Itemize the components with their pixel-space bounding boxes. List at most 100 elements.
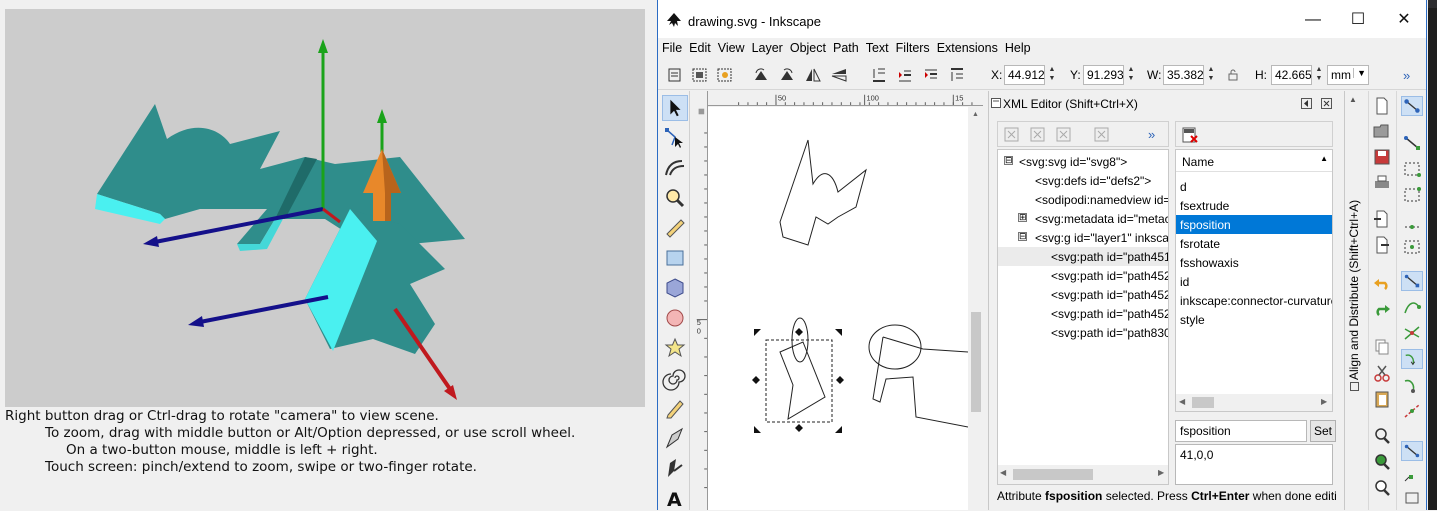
- spiral-tool-icon[interactable]: [662, 365, 688, 391]
- snap-bbox-edge-icon[interactable]: [1401, 159, 1423, 179]
- ellipse-tool-icon[interactable]: [662, 305, 688, 331]
- scrollbar-thumb[interactable]: [1192, 397, 1214, 408]
- minimize-button[interactable]: —: [1303, 10, 1323, 30]
- attribute-row[interactable]: id: [1176, 272, 1332, 291]
- select-all-in-layers-icon[interactable]: [691, 67, 709, 83]
- attribute-row[interactable]: d: [1176, 177, 1332, 196]
- lower-to-bottom-icon[interactable]: [870, 67, 888, 83]
- redo-icon[interactable]: [1371, 299, 1393, 319]
- collapse-icon[interactable]: ⊟: [1018, 232, 1027, 241]
- set-button[interactable]: Set: [1310, 420, 1336, 442]
- 3d-box-tool-icon[interactable]: [662, 275, 688, 301]
- tree-node[interactable]: <svg:path id="path452: [998, 285, 1168, 304]
- rectangle-tool-icon[interactable]: [662, 245, 688, 271]
- duplicate-node-icon[interactable]: [1056, 127, 1072, 143]
- selector-tool-icon[interactable]: [662, 95, 688, 121]
- zoom-selection-icon[interactable]: [1371, 425, 1393, 445]
- snap-page-border-icon[interactable]: [1401, 491, 1423, 505]
- tree-node-selected[interactable]: <svg:path id="path451: [998, 247, 1168, 266]
- snap-nodes-icon[interactable]: [1401, 271, 1423, 291]
- attribute-row[interactable]: fsrotate: [1176, 234, 1332, 253]
- y-input[interactable]: 91.293: [1083, 65, 1124, 85]
- zoom-drawing-icon[interactable]: [1371, 451, 1393, 471]
- close-dialog-icon[interactable]: [1321, 98, 1332, 109]
- attribute-list[interactable]: Name ▲ d fsextrude fsposition fsrotate fs…: [1175, 149, 1333, 412]
- expand-icon[interactable]: ⊞: [1018, 213, 1027, 222]
- node-tool-icon[interactable]: [662, 125, 688, 151]
- scrollbar-thumb[interactable]: [1013, 469, 1093, 480]
- x-input[interactable]: 44.912: [1004, 65, 1045, 85]
- snap-paths-icon[interactable]: [1401, 297, 1423, 317]
- menu-text[interactable]: Text: [862, 38, 892, 55]
- snap-bbox-corner-icon[interactable]: [1401, 185, 1423, 205]
- iconify-dialog-icon[interactable]: [1301, 98, 1312, 109]
- attribute-row[interactable]: fsshowaxis: [1176, 253, 1332, 272]
- lower-icon[interactable]: [896, 67, 914, 83]
- tree-node[interactable]: <svg:path id="path830: [998, 323, 1168, 342]
- width-input[interactable]: 35.382: [1163, 65, 1204, 85]
- snap-object-centers-icon[interactable]: [1401, 441, 1423, 461]
- paste-icon[interactable]: [1371, 389, 1393, 409]
- snap-cusp-nodes-icon[interactable]: [1401, 349, 1423, 369]
- menu-layer[interactable]: Layer: [748, 38, 786, 55]
- snap-bbox-center-icon[interactable]: [1401, 237, 1423, 257]
- copy-icon[interactable]: [1371, 337, 1393, 357]
- attribute-row[interactable]: style: [1176, 310, 1332, 329]
- more-tools-icon[interactable]: »: [1403, 68, 1410, 83]
- snap-bbox-midpoint-icon[interactable]: [1401, 211, 1423, 231]
- menu-extensions[interactable]: Extensions: [933, 38, 1001, 55]
- scroll-right-icon[interactable]: ▶: [1158, 468, 1164, 477]
- collapse-icon[interactable]: ⊟: [1004, 156, 1013, 165]
- snap-intersections-icon[interactable]: [1401, 323, 1423, 343]
- attribute-horizontal-scrollbar[interactable]: ◀ ▶: [1176, 394, 1332, 411]
- height-spinner[interactable]: ▲ ▼: [1313, 65, 1325, 85]
- scrollbar-thumb[interactable]: [971, 312, 981, 412]
- pencil-tool-icon[interactable]: [662, 395, 688, 421]
- xml-node-tree[interactable]: ⊟ <svg:svg id="svg8"> <svg:defs id="defs2…: [997, 149, 1169, 485]
- menu-object[interactable]: Object: [786, 38, 829, 55]
- flip-horizontal-icon[interactable]: [804, 67, 822, 83]
- canvas-vertical-scrollbar[interactable]: ▲: [969, 107, 983, 510]
- scroll-left-icon[interactable]: ◀: [1000, 468, 1006, 477]
- save-icon[interactable]: [1371, 147, 1393, 167]
- tree-horizontal-scrollbar[interactable]: ◀ ▶: [998, 465, 1168, 484]
- attribute-row[interactable]: fsextrude: [1176, 196, 1332, 215]
- text-tool-icon[interactable]: A: [662, 485, 688, 511]
- snap-line-midpoints-icon[interactable]: [1401, 401, 1423, 421]
- menu-view[interactable]: View: [714, 38, 748, 55]
- menu-help[interactable]: Help: [1001, 38, 1034, 55]
- zoom-tool-icon[interactable]: [662, 185, 688, 211]
- horizontal-ruler[interactable]: 50 100 15: [708, 91, 983, 106]
- cut-icon[interactable]: [1371, 363, 1393, 383]
- 3d-scene-canvas[interactable]: [5, 9, 645, 407]
- menu-filters[interactable]: Filters: [892, 38, 933, 55]
- y-spinner[interactable]: ▲ ▼: [1125, 65, 1137, 85]
- close-button[interactable]: ✕: [1394, 10, 1414, 30]
- rotate-cw-icon[interactable]: [778, 67, 796, 83]
- lock-icon[interactable]: [1227, 67, 1239, 83]
- attribute-list-header[interactable]: Name ▲: [1176, 150, 1332, 172]
- delete-attribute-icon[interactable]: [1182, 127, 1198, 143]
- height-input[interactable]: 42.665: [1271, 65, 1312, 85]
- maximize-button[interactable]: ☐: [1348, 10, 1368, 30]
- pen-tool-icon[interactable]: [662, 425, 688, 451]
- snap-rotation-center-icon[interactable]: [1401, 467, 1423, 487]
- star-tool-icon[interactable]: [662, 335, 688, 361]
- measure-tool-icon[interactable]: [662, 215, 688, 241]
- snap-smooth-nodes-icon[interactable]: [1401, 375, 1423, 395]
- new-text-node-icon[interactable]: [1030, 127, 1046, 143]
- scroll-up-icon[interactable]: ▲: [972, 111, 979, 118]
- flip-vertical-icon[interactable]: [830, 67, 848, 83]
- scroll-up-icon[interactable]: ▲: [1349, 95, 1357, 104]
- undo-icon[interactable]: [1371, 273, 1393, 293]
- rotate-ccw-icon[interactable]: [752, 67, 770, 83]
- select-all-icon[interactable]: [666, 67, 684, 83]
- width-spinner[interactable]: ▲ ▼: [1205, 65, 1217, 85]
- vertical-ruler[interactable]: 5 0: [693, 91, 708, 510]
- menu-path[interactable]: Path: [829, 38, 862, 55]
- tree-node[interactable]: <svg:defs id="defs2">: [998, 171, 1168, 190]
- attribute-row[interactable]: inkscape:connector-curvature: [1176, 291, 1332, 310]
- menu-edit[interactable]: Edit: [685, 38, 714, 55]
- tree-node[interactable]: <sodipodi:namedview id=: [998, 190, 1168, 209]
- menu-file[interactable]: File: [658, 38, 685, 55]
